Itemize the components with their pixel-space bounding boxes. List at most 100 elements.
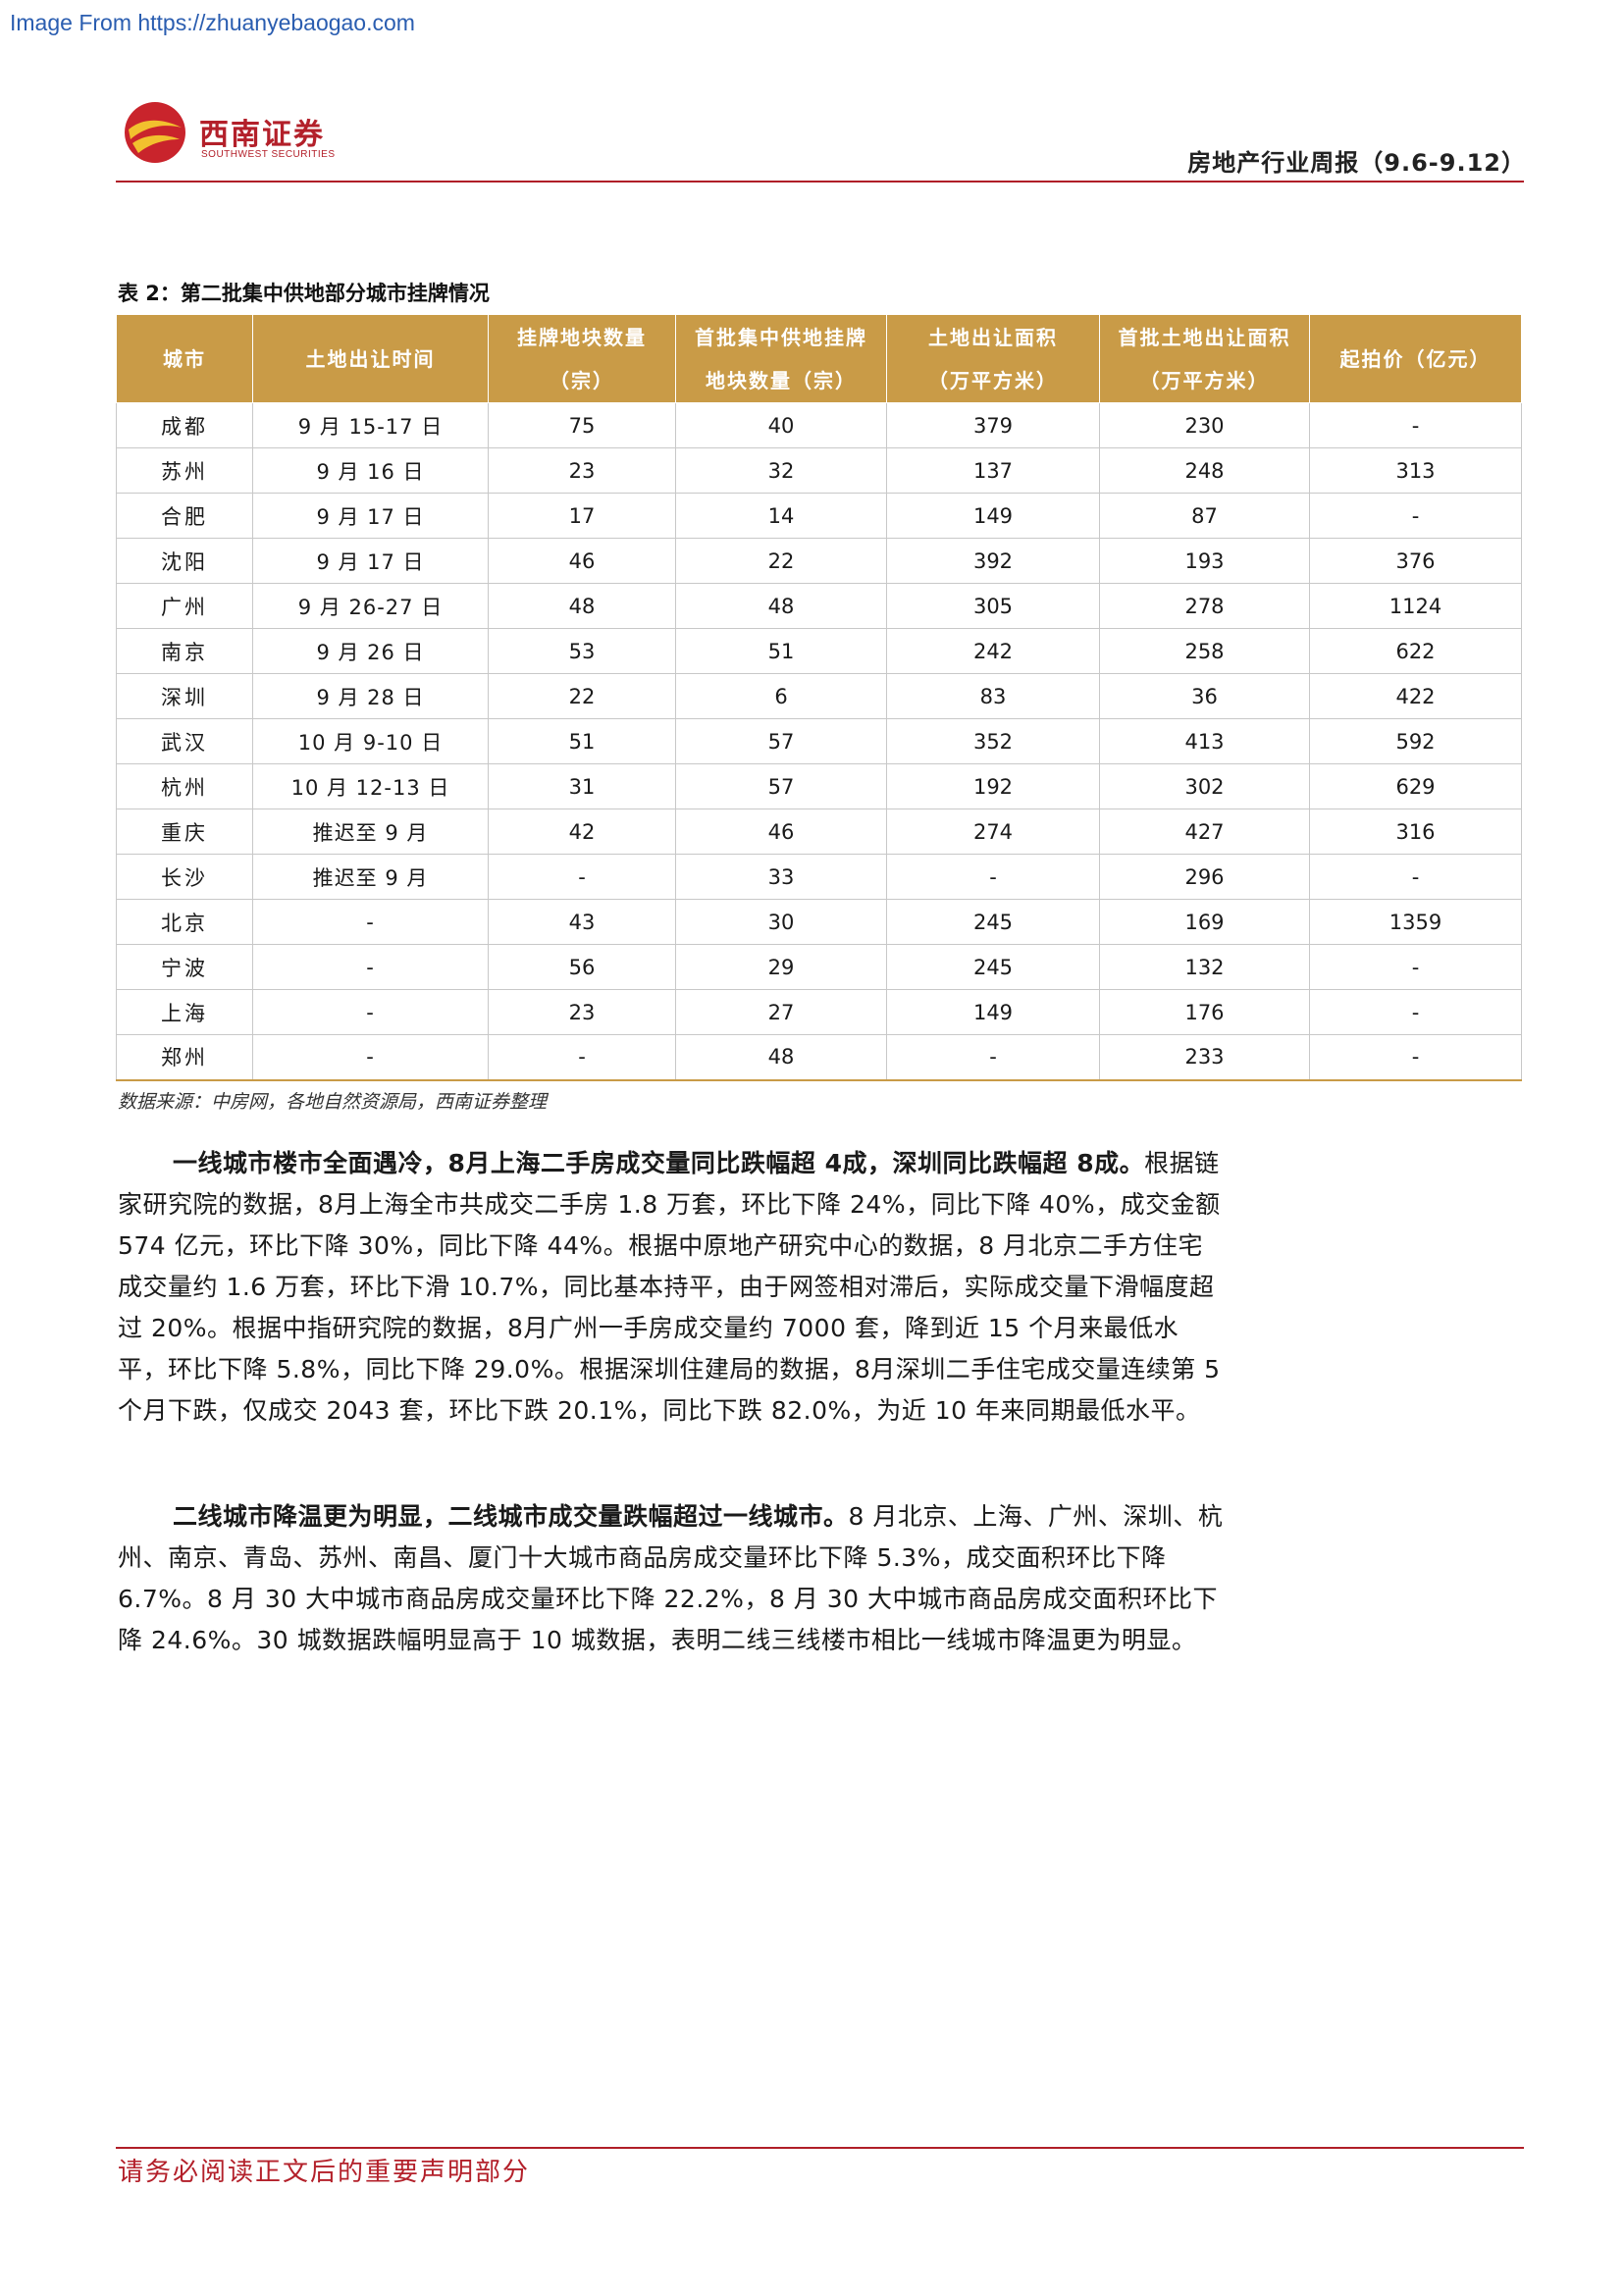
table-cell-value: 592 xyxy=(1309,718,1522,764)
table-cell-value: 274 xyxy=(886,809,1100,855)
table-cell-value: 36 xyxy=(1099,673,1310,719)
table-cell-value: 46 xyxy=(488,538,676,584)
table-cell-city: 郑州 xyxy=(116,1034,253,1081)
table-cell-date: 10 月 9-10 日 xyxy=(252,718,489,764)
table-cell-value: 622 xyxy=(1309,628,1522,674)
table-cell-value: 248 xyxy=(1099,447,1310,494)
table-row: 广州 9 月 26-27 日 48 48 305 278 1124 xyxy=(116,583,1522,629)
table-cell-value: 1359 xyxy=(1309,899,1522,945)
table-cell-date: 9 月 26 日 xyxy=(252,628,489,674)
table-cell-date: - xyxy=(252,1034,489,1081)
table-cell-value: 6 xyxy=(675,673,887,719)
table-caption: 表 2：第二批集中供地部分城市挂牌情况 xyxy=(118,282,490,305)
table-cell-value: - xyxy=(488,1034,676,1081)
footer-divider xyxy=(116,2147,1524,2149)
table-cell-value: 278 xyxy=(1099,583,1310,629)
table-cell-value: - xyxy=(886,1034,1100,1081)
table-cell-value: 17 xyxy=(488,493,676,539)
table-cell-value: 302 xyxy=(1099,763,1310,809)
table-cell-value: - xyxy=(1309,989,1522,1035)
table-row: 长沙 推迟至 9 月 -33-296- xyxy=(116,854,1522,900)
company-logo: 西南证券 SOUTHWEST SECURITIES xyxy=(123,100,358,167)
table-cell-value: 392 xyxy=(886,538,1100,584)
table-cell-date: 推迟至 9 月 xyxy=(252,854,489,900)
table-row: 宁波 -56 29 245 132- xyxy=(116,944,1522,990)
table-cell-value: 23 xyxy=(488,447,676,494)
table-cell-value: 87 xyxy=(1099,493,1310,539)
table-cell-date: 9 月 15-17 日 xyxy=(252,402,489,448)
table-cell-city: 南京 xyxy=(116,628,253,674)
paragraph-tier2-cities: 二线城市降温更为明显，二线城市成交量跌幅超过一线城市。8 月北京、上海、广州、深… xyxy=(118,1496,1227,1661)
table-cell-value: 422 xyxy=(1309,673,1522,719)
table-cell-value: 46 xyxy=(675,809,887,855)
table-header-row: 城市 土地出让时间 挂牌地块数量 （宗） 首批集中供地挂牌 地块数量（宗） 土地出让… xyxy=(116,314,1522,403)
table-source-note: 数据来源：中房网，各地自然资源局，西南证券整理 xyxy=(118,1091,548,1113)
table-cell-value: 149 xyxy=(886,989,1100,1035)
table-cell-value: 169 xyxy=(1099,899,1310,945)
table-row: 重庆 推迟至 9 月 42 46 274 427 316 xyxy=(116,809,1522,855)
report-title: 房地产行业周报（9.6-9.12） xyxy=(1187,149,1526,177)
table-cell-date: 10 月 12-13 日 xyxy=(252,763,489,809)
table-cell-value: 137 xyxy=(886,447,1100,494)
table-cell-value: 22 xyxy=(675,538,887,584)
table-cell-value: 413 xyxy=(1099,718,1310,764)
table-cell-value: 233 xyxy=(1099,1034,1310,1081)
table-cell-value: 33 xyxy=(675,854,887,900)
table-cell-date: 9 月 28 日 xyxy=(252,673,489,719)
table-cell-date: 9 月 17 日 xyxy=(252,538,489,584)
table-row: 苏州 9 月 16 日 23 32 137 248 313 xyxy=(116,447,1522,494)
table-cell-value: 149 xyxy=(886,493,1100,539)
table-cell-date: 推迟至 9 月 xyxy=(252,809,489,855)
header-listed-plots: 挂牌地块数量 （宗） xyxy=(488,314,676,403)
table-row: 杭州 10 月 12-13 日 31 57 192 302 629 xyxy=(116,763,1522,809)
table-cell-value: - xyxy=(886,854,1100,900)
table-cell-value: 245 xyxy=(886,944,1100,990)
table-cell-value: 258 xyxy=(1099,628,1310,674)
table-cell-value: 51 xyxy=(675,628,887,674)
table-row: 沈阳 9 月 17 日 46 22 392 193 376 xyxy=(116,538,1522,584)
table-cell-date: - xyxy=(252,989,489,1035)
table-cell-value: 242 xyxy=(886,628,1100,674)
table-cell-value: 192 xyxy=(886,763,1100,809)
table-cell-date: 9 月 17 日 xyxy=(252,493,489,539)
table-cell-city: 北京 xyxy=(116,899,253,945)
table-cell-value: 176 xyxy=(1099,989,1310,1035)
table-cell-city: 上海 xyxy=(116,989,253,1035)
paragraph-lead: 二线城市降温更为明显，二线城市成交量跌幅超过一线城市。 xyxy=(173,1502,849,1531)
table-row: 成都 9 月 15-17 日 75 40 379 230- xyxy=(116,402,1522,448)
table-cell-city: 沈阳 xyxy=(116,538,253,584)
header-first-batch-area: 首批土地出让面积 （万平方米） xyxy=(1099,314,1310,403)
header-city: 城市 xyxy=(116,314,253,403)
table-cell-city: 重庆 xyxy=(116,809,253,855)
table-cell-value: - xyxy=(1309,493,1522,539)
table-cell-value: 230 xyxy=(1099,402,1310,448)
table-cell-value: 48 xyxy=(675,583,887,629)
header-divider xyxy=(116,181,1524,183)
table-cell-value: - xyxy=(1309,944,1522,990)
table-cell-value: 427 xyxy=(1099,809,1310,855)
table-cell-value: 75 xyxy=(488,402,676,448)
table-row: 北京 -43 30 245 169 1359 xyxy=(116,899,1522,945)
table-cell-city: 成都 xyxy=(116,402,253,448)
table-cell-value: - xyxy=(1309,1034,1522,1081)
table-cell-date: 9 月 26-27 日 xyxy=(252,583,489,629)
table-cell-value: 14 xyxy=(675,493,887,539)
logo-emblem-icon xyxy=(125,102,185,163)
table-cell-value: 245 xyxy=(886,899,1100,945)
header-first-batch-plots: 首批集中供地挂牌 地块数量（宗） xyxy=(675,314,887,403)
table-cell-value: 48 xyxy=(675,1034,887,1081)
table-cell-date: - xyxy=(252,899,489,945)
table-cell-value: 56 xyxy=(488,944,676,990)
table-cell-city: 杭州 xyxy=(116,763,253,809)
table-cell-value: 27 xyxy=(675,989,887,1035)
table-cell-value: 352 xyxy=(886,718,1100,764)
table-cell-value: 379 xyxy=(886,402,1100,448)
table-cell-value: 29 xyxy=(675,944,887,990)
header-sale-date: 土地出让时间 xyxy=(252,314,489,403)
table-cell-city: 武汉 xyxy=(116,718,253,764)
table-cell-value: - xyxy=(488,854,676,900)
table-cell-city: 长沙 xyxy=(116,854,253,900)
table-cell-value: 316 xyxy=(1309,809,1522,855)
table-cell-value: 23 xyxy=(488,989,676,1035)
header-land-area: 土地出让面积 （万平方米） xyxy=(886,314,1100,403)
